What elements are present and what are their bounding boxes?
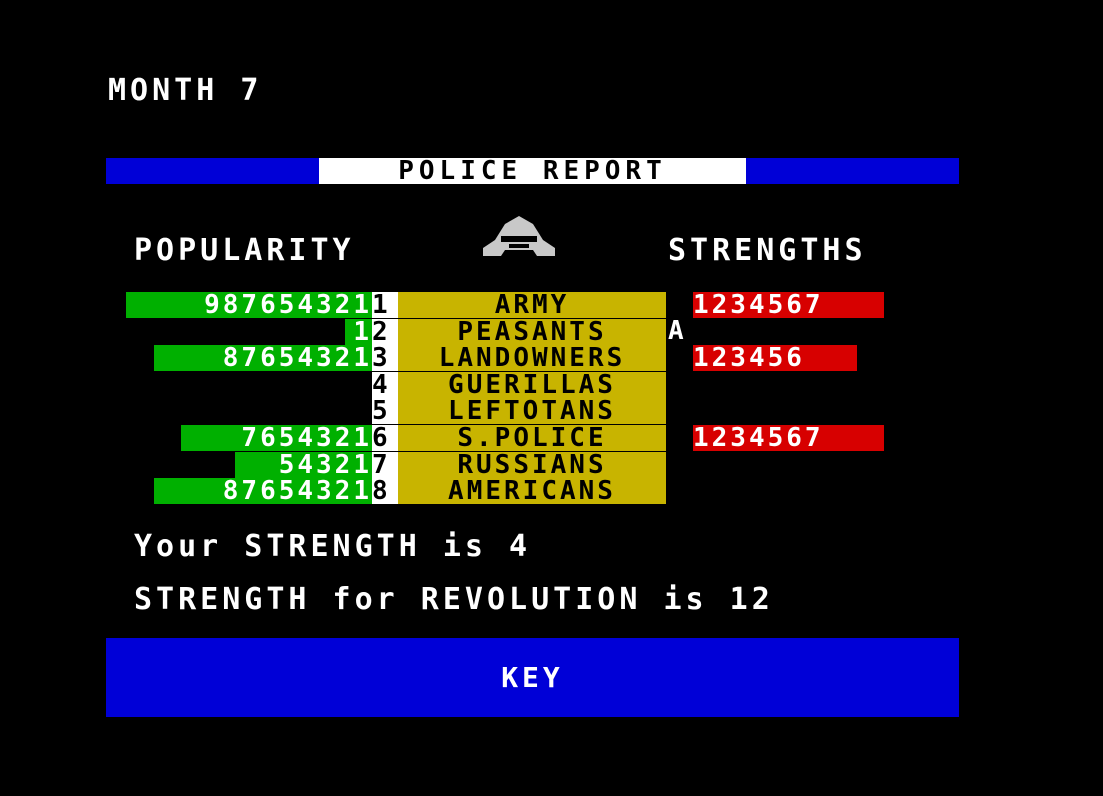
popularity-bar: 54321 xyxy=(235,452,372,478)
month-label: MONTH 7 xyxy=(108,73,263,108)
group-number: 8 xyxy=(372,478,398,504)
popularity-bar: 87654321 xyxy=(154,345,372,371)
strengths-header: STRENGTHS xyxy=(668,233,867,268)
popularity-bar: 7654321 xyxy=(181,425,372,451)
key-button-label[interactable]: KEY xyxy=(106,638,959,717)
group-number: 7 xyxy=(372,452,398,478)
strength-bar: 1234567 xyxy=(693,292,884,318)
report-title: POLICE REPORT xyxy=(319,158,746,184)
group-name: LANDOWNERS xyxy=(398,345,666,371)
group-number: 5 xyxy=(372,398,398,424)
player-position-marker: A xyxy=(668,316,687,346)
strength-bar: 123456 xyxy=(693,345,857,371)
popularity-bar: 1 xyxy=(345,319,372,345)
popularity-bar: 87654321 xyxy=(154,478,372,504)
group-name: ARMY xyxy=(398,292,666,318)
group-name: LEFTOTANS xyxy=(398,398,666,424)
police-helmet-icon xyxy=(479,210,559,260)
group-name: RUSSIANS xyxy=(398,452,666,478)
group-number: 6 xyxy=(372,425,398,451)
group-number: 2 xyxy=(372,319,398,345)
revolution-strength-text: STRENGTH for REVOLUTION is 12 xyxy=(134,582,774,617)
group-number: 4 xyxy=(372,372,398,398)
group-number: 3 xyxy=(372,345,398,371)
popularity-header: POPULARITY xyxy=(134,233,355,268)
group-name: S.POLICE xyxy=(398,425,666,451)
popularity-bar: 987654321 xyxy=(126,292,372,318)
strength-bar: 1234567 xyxy=(693,425,884,451)
group-name: GUERILLAS xyxy=(398,372,666,398)
your-strength-text: Your STRENGTH is 4 xyxy=(134,529,532,564)
group-number: 1 xyxy=(372,292,398,318)
group-name: PEASANTS xyxy=(398,319,666,345)
group-name: AMERICANS xyxy=(398,478,666,504)
